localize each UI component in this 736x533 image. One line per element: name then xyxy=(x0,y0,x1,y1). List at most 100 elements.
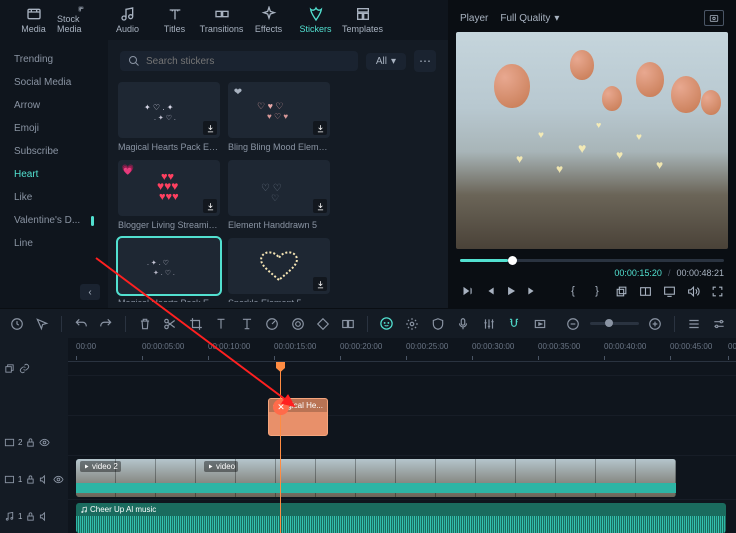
category-sidebar: Trending Social Media Arrow Emoji Subscr… xyxy=(0,40,108,308)
sticker-grid: ✦ ♡ . ✦. ✦ ♡ .Magical Hearts Pack Elemen… xyxy=(114,82,442,302)
ruler-tick: 00:00:30:00 xyxy=(472,342,514,351)
sidebar-item-social[interactable]: Social Media xyxy=(0,71,108,94)
magnetic-button[interactable] xyxy=(506,315,523,333)
eye-icon xyxy=(39,437,50,448)
download-icon[interactable] xyxy=(313,199,327,213)
color-button[interactable] xyxy=(289,315,306,333)
link-icon[interactable] xyxy=(19,363,30,374)
lock-icon xyxy=(25,474,36,485)
download-icon[interactable] xyxy=(313,277,327,291)
preview-button[interactable] xyxy=(531,315,548,333)
display-button[interactable] xyxy=(662,284,676,298)
sticker-thumb[interactable]: . ✦ . ♡✦ . ♡ . xyxy=(118,238,220,294)
delete-button[interactable] xyxy=(136,315,153,333)
volume-button[interactable] xyxy=(686,284,700,298)
audio-clip[interactable]: Cheer Up Al music xyxy=(76,503,726,533)
playhead[interactable] xyxy=(280,362,281,533)
fullscreen-button[interactable] xyxy=(710,284,724,298)
track-sticker-label[interactable]: 2 xyxy=(0,425,68,461)
video-audio-fill xyxy=(76,483,676,493)
history-button[interactable] xyxy=(8,315,25,333)
tab-stock[interactable]: Stock Media xyxy=(57,6,104,34)
undo-button[interactable] xyxy=(72,315,89,333)
lock-icon xyxy=(25,437,36,448)
zoom-out-button[interactable] xyxy=(565,315,582,333)
ruler-tick: 00:0 xyxy=(728,342,736,351)
sidebar-item-emoji[interactable]: Emoji xyxy=(0,117,108,140)
play-icon xyxy=(207,463,214,470)
search-box[interactable] xyxy=(120,51,358,71)
zoom-in-button[interactable] xyxy=(647,315,664,333)
sticker-thumb[interactable] xyxy=(228,238,330,294)
sidebar-item-valentines[interactable]: Valentine's D... xyxy=(0,209,108,232)
video-preview[interactable]: ♥ ♥ ♥ ♥ ♥ ♥ ♥ ♥ xyxy=(456,32,728,249)
sticker-thumb[interactable]: ♡ ♡♡ xyxy=(228,160,330,216)
sticker-thumb[interactable]: ✦ ♡ . ✦. ✦ ♡ . xyxy=(118,82,220,138)
zoom-slider[interactable] xyxy=(590,322,639,325)
hearts-preview-icon: ♡ ♥ ♡♥ ♡ ♥ xyxy=(249,95,309,125)
more-button[interactable]: ⋯ xyxy=(414,50,436,72)
sidebar-item-line[interactable]: Line xyxy=(0,232,108,255)
adjust-button[interactable] xyxy=(404,315,421,333)
list-button[interactable] xyxy=(685,315,702,333)
group-button[interactable] xyxy=(340,315,357,333)
sticker-label: Bling Bling Mood Element 43 xyxy=(228,142,330,152)
shield-button[interactable] xyxy=(429,315,446,333)
hearts-preview-icon: ♡ ♡♡ xyxy=(249,173,309,203)
sidebar-item-like[interactable]: Like xyxy=(0,186,108,209)
settings-button[interactable] xyxy=(711,315,728,333)
next-frame-button[interactable] xyxy=(526,284,540,298)
progress-bar[interactable] xyxy=(460,259,724,262)
tab-media[interactable]: Media xyxy=(10,6,57,34)
restart-button[interactable] xyxy=(460,284,474,298)
play-button[interactable] xyxy=(504,284,518,298)
text-alt-button[interactable] xyxy=(238,315,255,333)
tab-audio[interactable]: Audio xyxy=(104,6,151,34)
tab-templates[interactable]: Templates xyxy=(339,6,386,34)
crop-tool-button[interactable] xyxy=(187,315,204,333)
download-icon[interactable] xyxy=(203,199,217,213)
ai-button[interactable] xyxy=(378,315,395,333)
tab-titles[interactable]: Titles xyxy=(151,6,198,34)
mixer-button[interactable] xyxy=(480,315,497,333)
tab-effects[interactable]: Effects xyxy=(245,6,292,34)
sparkle-heart-icon xyxy=(244,244,314,288)
compare-button[interactable] xyxy=(638,284,652,298)
download-icon[interactable] xyxy=(313,121,327,135)
quality-select[interactable]: Full Quality▾ xyxy=(500,13,559,24)
timeline-ruler[interactable]: 00:00 00:00:05:00 00:00:10:00 00:00:15:0… xyxy=(68,338,736,362)
tab-stickers[interactable]: Stickers xyxy=(292,6,339,34)
sidebar-item-subscribe[interactable]: Subscribe xyxy=(0,140,108,163)
split-button[interactable] xyxy=(161,315,178,333)
collapse-sidebar-button[interactable]: ‹ xyxy=(80,284,100,300)
search-input[interactable] xyxy=(146,56,350,67)
track-audio-label[interactable]: 1 xyxy=(0,499,68,533)
ruler-tick: 00:00:10:00 xyxy=(208,342,250,351)
download-icon[interactable] xyxy=(203,121,217,135)
mark-in-button[interactable]: { xyxy=(566,284,580,298)
sticker-thumb[interactable]: 💗♥♥♥♥♥♥♥♥ xyxy=(118,160,220,216)
sidebar-item-trending[interactable]: Trending xyxy=(0,48,108,71)
tab-transitions[interactable]: Transitions xyxy=(198,6,245,34)
select-button[interactable] xyxy=(33,315,50,333)
mark-out-button[interactable]: } xyxy=(590,284,604,298)
sticker-thumb[interactable]: ❤♡ ♥ ♡♥ ♡ ♥ xyxy=(228,82,330,138)
sidebar-item-arrow[interactable]: Arrow xyxy=(0,94,108,117)
keyframe-button[interactable] xyxy=(314,315,331,333)
ruler-tick: 00:00:40:00 xyxy=(604,342,646,351)
chevron-down-icon: ▾ xyxy=(554,13,559,24)
ruler-tick: 00:00:45:00 xyxy=(670,342,712,351)
voice-button[interactable] xyxy=(455,315,472,333)
crop-button[interactable] xyxy=(614,284,628,298)
text-button[interactable] xyxy=(212,315,229,333)
redo-button[interactable] xyxy=(97,315,114,333)
timeline-marker[interactable]: ✕ xyxy=(273,399,289,415)
speed-button[interactable] xyxy=(263,315,280,333)
filter-all[interactable]: All▾ xyxy=(366,53,406,70)
total-time: 00:00:48:21 xyxy=(676,268,724,278)
snapshot-button[interactable] xyxy=(704,10,724,26)
sidebar-item-heart[interactable]: Heart xyxy=(0,163,108,186)
layers-icon[interactable] xyxy=(4,363,15,374)
prev-frame-button[interactable] xyxy=(482,284,496,298)
track-video-label[interactable]: 1 xyxy=(0,460,68,499)
